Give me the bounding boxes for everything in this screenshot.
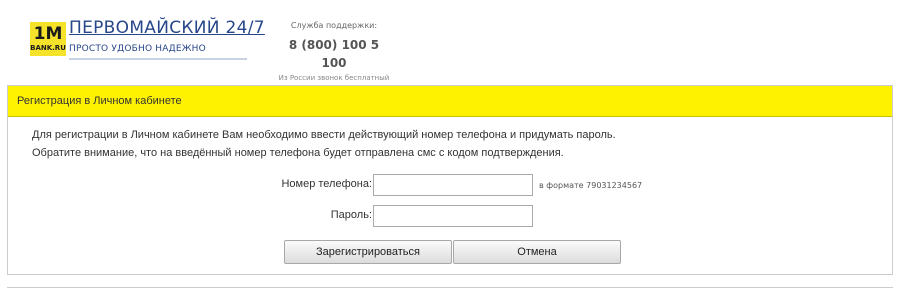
support-title: Служба поддержки: xyxy=(290,21,378,30)
support-phone: 8 (800) 100 5 100 xyxy=(288,38,380,70)
brand-divider xyxy=(69,58,247,60)
site-header: 1M BANK.RU ПЕРВОМАЙСКИЙ 24/7 ПРОСТО УДОБ… xyxy=(0,0,900,83)
logo-domain: BANK.RU xyxy=(30,44,66,52)
brand-tagline: ПРОСТО УДОБНО НАДЕЖНО xyxy=(69,44,206,54)
intro-line-2: Обратите внимание, что на введённый номе… xyxy=(32,147,564,159)
brand-name[interactable]: ПЕРВОМАЙСКИЙ 24/7 xyxy=(69,18,265,38)
phone-label: Номер телефона: xyxy=(281,178,372,190)
logo-mark: 1M xyxy=(33,24,63,44)
password-label: Пароль: xyxy=(330,209,372,221)
password-input[interactable] xyxy=(373,205,533,227)
intro-text: Для регистрации в Личном кабинете Вам не… xyxy=(32,126,616,162)
bank-logo[interactable]: 1M BANK.RU xyxy=(30,22,66,56)
panel-title: Регистрация в Личном кабинете xyxy=(8,86,892,117)
support-block: Служба поддержки: 8 (800) 100 5 100 Из Р… xyxy=(278,20,390,83)
registration-panel: Регистрация в Личном кабинете Для регист… xyxy=(7,85,893,275)
phone-format-hint: в формате 79031234567 xyxy=(539,181,643,190)
register-button[interactable]: Зарегистрироваться xyxy=(284,240,452,264)
intro-line-1: Для регистрации в Личном кабинете Вам не… xyxy=(32,129,616,141)
support-note: Из России звонок бесплатный xyxy=(278,74,390,82)
phone-input[interactable] xyxy=(373,174,533,196)
cancel-button[interactable]: Отмена xyxy=(453,240,621,264)
footer-divider xyxy=(7,287,893,288)
